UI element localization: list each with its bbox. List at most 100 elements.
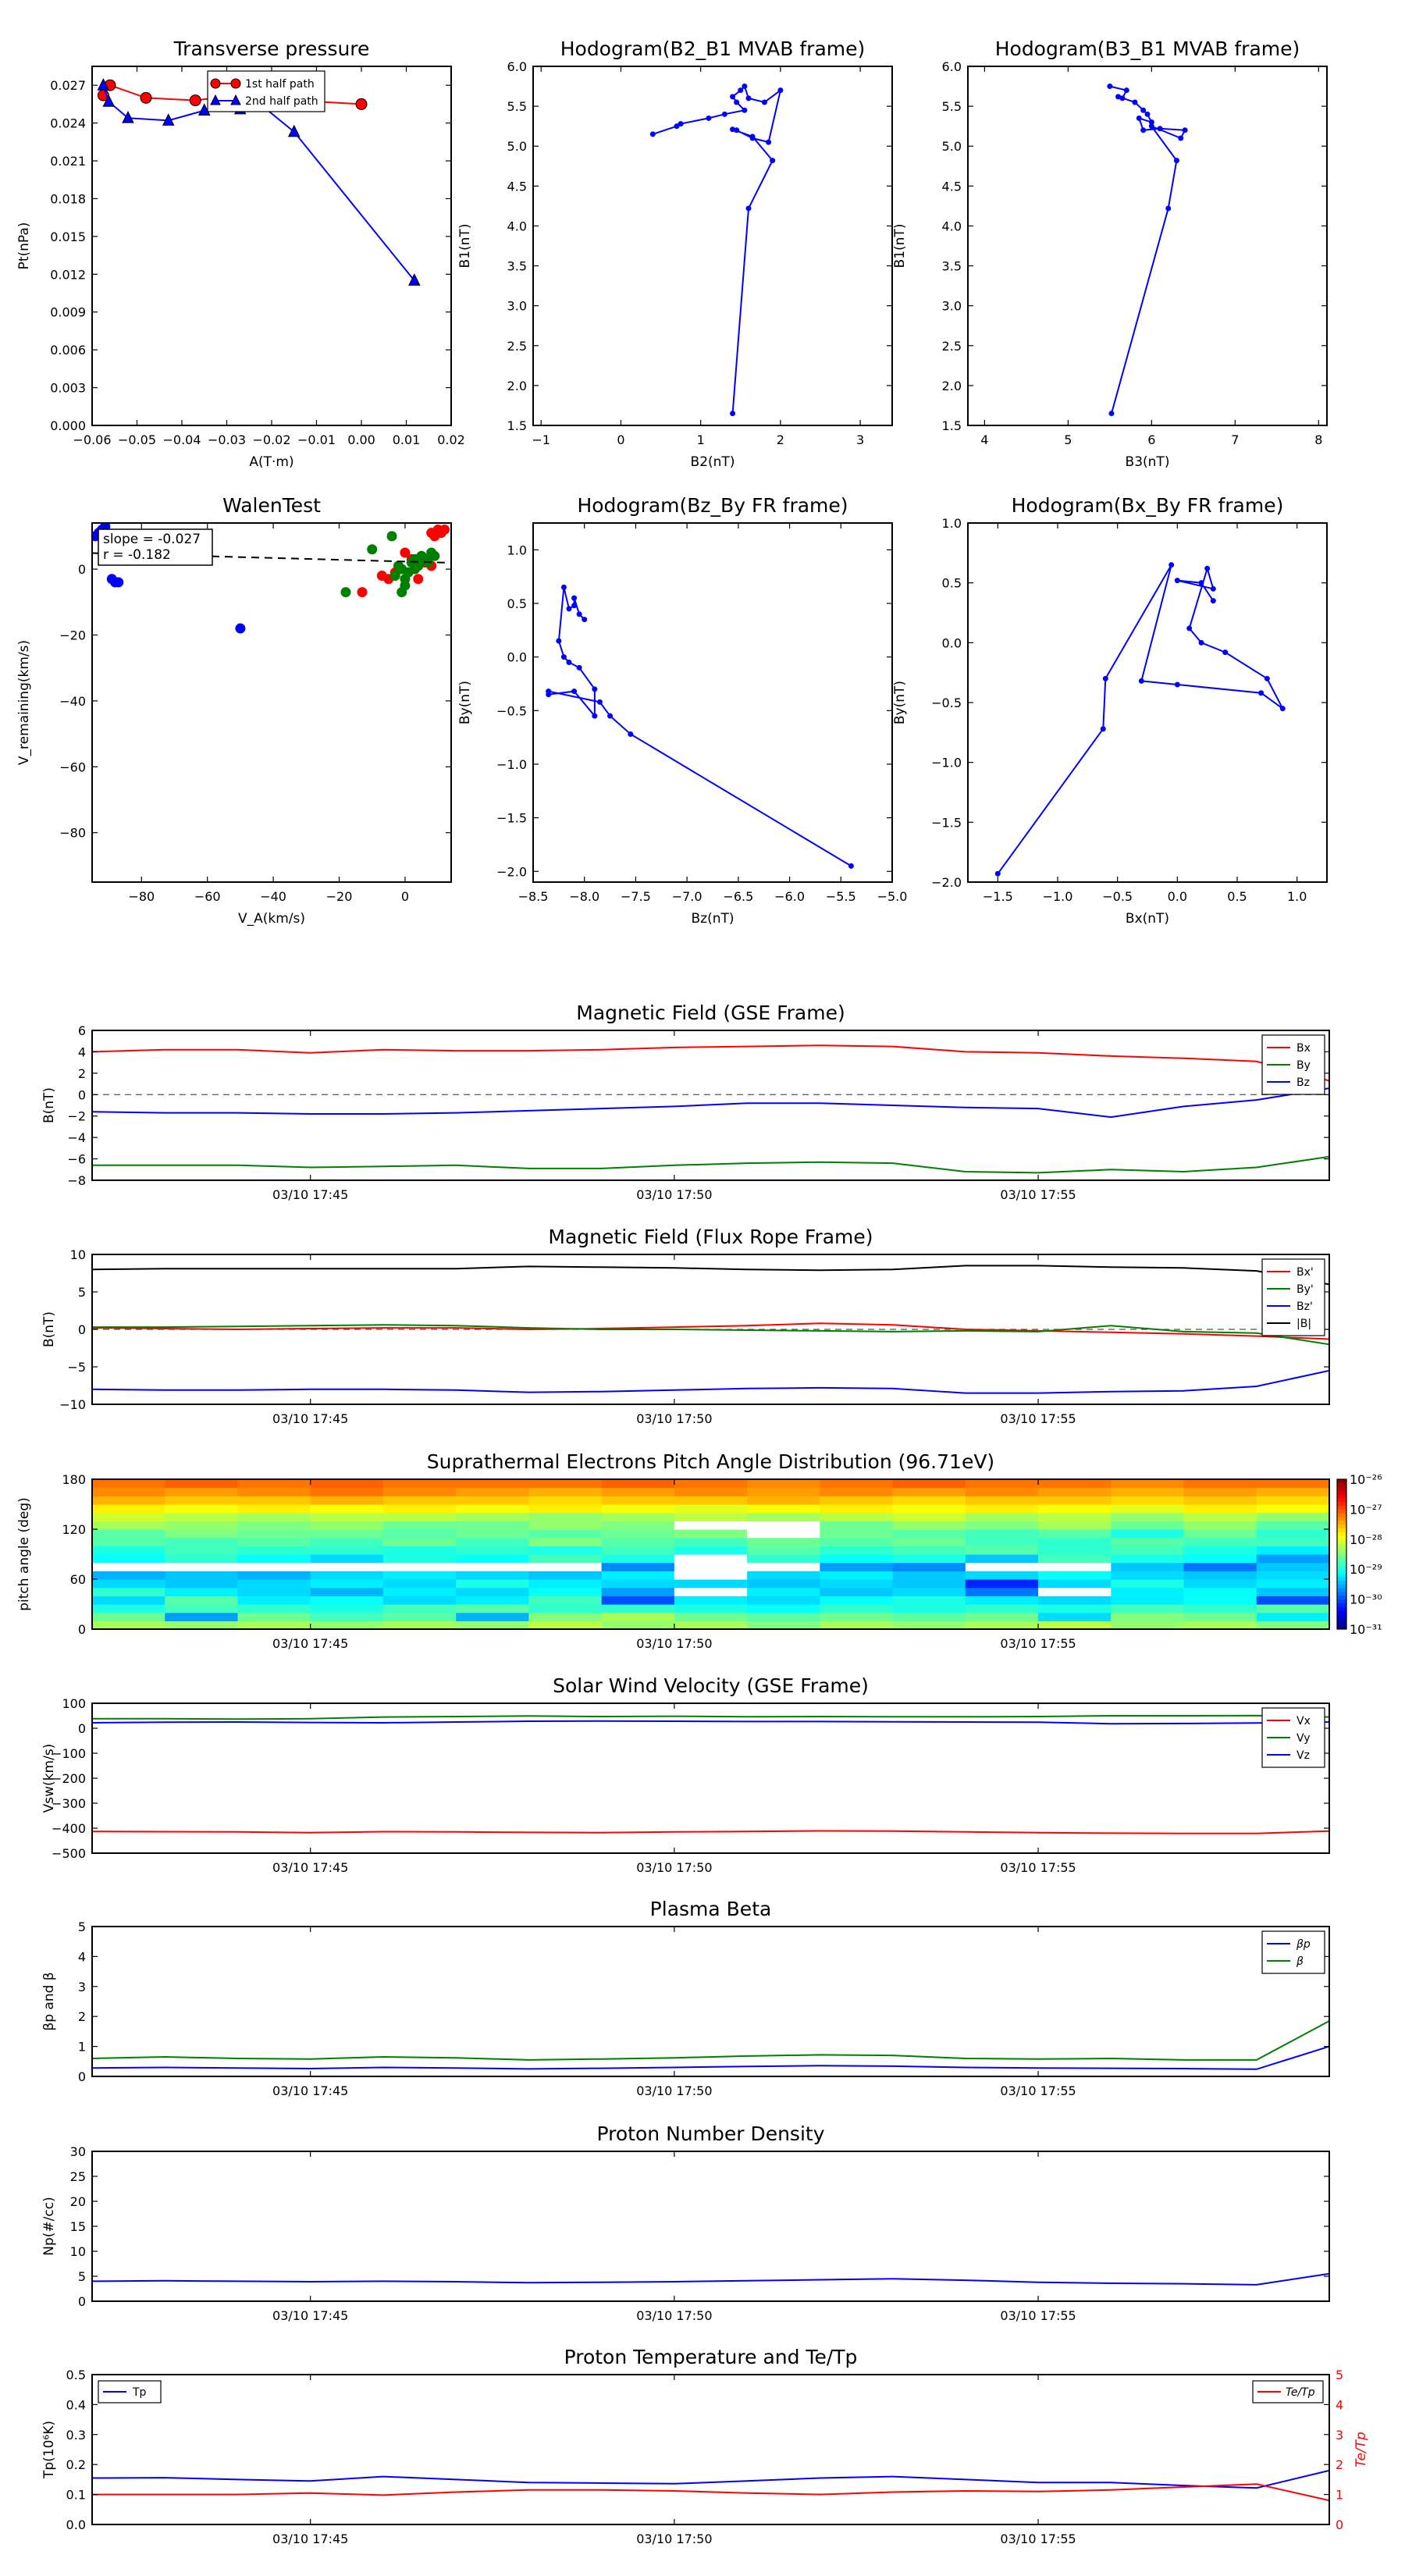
heatmap-cell [528,1579,603,1589]
y-tick-label: 0.003 [50,381,86,396]
scatter-point [386,531,397,542]
heatmap-cell [92,1512,165,1521]
legend-marker [210,78,221,89]
heatmap-cell [310,1521,384,1530]
heatmap-cell [747,1479,820,1489]
heatmap-cell [528,1504,603,1514]
x-tick-label: 3 [856,432,864,447]
x-tick-label: 03/10 17:55 [1000,2083,1076,2098]
data-point [596,699,603,705]
data-point [1279,706,1286,712]
x-tick-label: 0 [617,432,624,447]
heatmap-cell [965,1537,1039,1546]
heatmap-cell [528,1604,603,1614]
data-point [742,84,748,90]
data-point [678,121,684,127]
x-tick-label: −7.5 [621,889,651,904]
hodo_b2b1-plot-area [649,84,784,417]
series-line [652,84,782,414]
y-tick-label: 4 [78,1949,86,1964]
data-point [1136,115,1142,121]
panel-title: Hodogram(Bx_By FR frame) [1012,494,1284,517]
heatmap-cell [310,1604,384,1614]
data-point [721,111,727,117]
heatmap-cell [820,1479,894,1489]
x-tick-label: −8.5 [518,889,549,904]
heatmap-cell [528,1612,603,1621]
heatmap-cell [965,1479,1039,1489]
y-tick-label: 180 [62,1472,86,1487]
heatmap-cell [382,1479,457,1489]
heatmap-cell [237,1496,311,1505]
heatmap-cell [237,1554,311,1564]
heatmap-cell [382,1546,457,1555]
x-axis-label: Bz(nT) [691,911,734,927]
data-point [734,99,740,105]
heatmap-cell [92,1529,165,1539]
heatmap-cell [1111,1604,1185,1614]
vsw-panel: 03/10 17:45 03/10 17:50 03/10 17:55 −500 −40… [41,1674,1330,1875]
x-tick-label: 03/10 17:55 [1000,1860,1076,1875]
heatmap-cell [310,1487,384,1496]
heatmap-cell [92,1612,165,1621]
heatmap-cell [528,1479,603,1489]
heatmap-cell [382,1612,457,1621]
heatmap-cell [1111,1562,1185,1571]
heatmap-cell [456,1579,530,1589]
heatmap-cell [1183,1546,1257,1555]
data-point [287,124,301,137]
colorbar-segment [1337,1501,1346,1507]
y-tick-label: 25 [70,2169,86,2184]
heatmap-cell [528,1496,603,1505]
colorbar-segment [1337,1494,1346,1499]
heatmap-cell [237,1612,311,1621]
heatmap-cell [456,1537,530,1546]
heatmap-cell [601,1496,675,1505]
heatmap-cell [892,1587,966,1596]
y-tick-label: −0.5 [931,696,962,710]
heatmap-cell [237,1596,311,1605]
heatmap-cell [382,1596,457,1605]
heatmap-cell [528,1487,603,1496]
data-point [607,713,614,719]
y-tick-label: 0.027 [50,78,86,93]
colorbar-segment [1337,1517,1346,1521]
colorbar-segment [1337,1565,1346,1570]
x-tick-label: 5 [1064,432,1072,447]
heatmap-cell [92,1487,165,1496]
heatmap-cell [237,1587,311,1596]
heatmap-cell [892,1579,966,1589]
heatmap-cell [237,1529,311,1539]
heatmap-cell [674,1512,748,1521]
heatmap-cell [456,1479,530,1489]
heatmap-cell [892,1596,966,1605]
colorbar-segment [1337,1513,1346,1517]
colorbar-segment [1337,1588,1346,1592]
plot-frame [91,1703,1330,1854]
heatmap-cell [382,1579,457,1589]
y-tick-label: −5 [67,1360,86,1375]
heatmap-cell [601,1512,675,1521]
heatmap-cell [310,1579,384,1589]
beta-plot-area [92,2020,1329,2070]
x-tick-label: 1 [697,432,705,447]
legend-label: Vx [1297,1715,1311,1727]
heatmap-cell [92,1554,165,1564]
y2-tick-label: 1 [1336,2488,1343,2503]
colorbar-segment [1337,1532,1346,1536]
y-tick-label: 1.5 [942,418,962,433]
x-tick-label: 4 [980,432,988,447]
scatter-point [235,623,246,634]
colorbar-segment [1337,1479,1346,1484]
data-point [1132,99,1138,105]
heatmap-cell [674,1479,748,1489]
data-point [582,617,588,623]
y-tick-label: 3.5 [942,259,962,274]
heatmap-cell [965,1621,1039,1629]
heatmap-cell [1183,1496,1257,1505]
y-tick-label: 0.006 [50,343,86,358]
colorbar-segment [1337,1535,1346,1540]
heatmap-cell [601,1596,675,1605]
data-point [1157,126,1163,132]
heatmap-cell [165,1521,239,1530]
